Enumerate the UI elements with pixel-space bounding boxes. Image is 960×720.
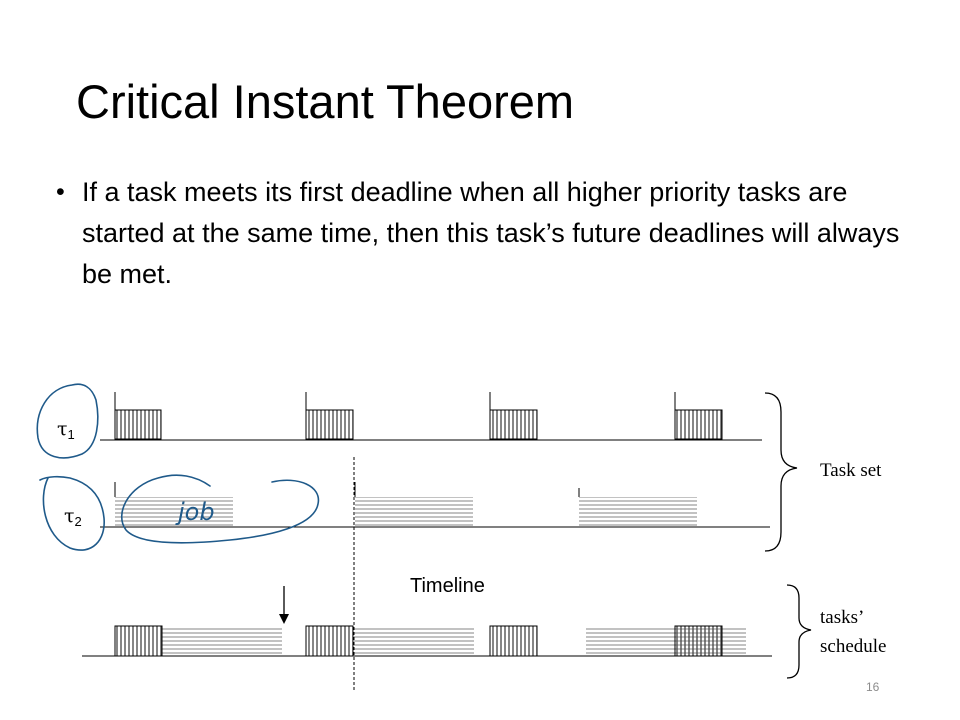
job-annotation-text: job	[175, 498, 215, 526]
task2-job-block	[579, 497, 697, 527]
schedule-task1-block	[305, 625, 354, 657]
schedule-label-line2: schedule	[820, 636, 886, 657]
schedule-task1-block	[489, 625, 538, 657]
task2-job-block	[115, 497, 233, 527]
timeline-label: Timeline	[410, 575, 485, 597]
task1-release	[114, 392, 676, 410]
task1-job-block	[114, 409, 162, 440]
schedule-brace	[786, 584, 812, 679]
task1-job-block	[489, 409, 538, 440]
task1-job-block	[305, 409, 354, 440]
schedule-label-line1: tasks’	[820, 607, 864, 628]
page-number: 16	[866, 680, 880, 694]
task1-circle-annotation	[36, 383, 99, 459]
critical-instant-diagram: τ1 τ2 Task set Timeline tasks’ schedule …	[36, 383, 886, 690]
deadline-arrow-icon	[279, 586, 289, 624]
task2-label: τ2	[64, 505, 82, 529]
task1-job-block	[674, 409, 723, 440]
schedule-task1-block	[674, 625, 723, 657]
schedule-task2-block	[354, 626, 474, 656]
schedule-task2-block	[162, 626, 282, 656]
task1-row	[100, 392, 762, 441]
slide: Critical Instant Theorem • If a task mee…	[0, 0, 960, 720]
task1-label: τ1	[57, 418, 75, 442]
task-set-label: Task set	[820, 460, 882, 481]
schedule-task1-block	[114, 625, 163, 657]
task2-job-block	[355, 497, 473, 527]
